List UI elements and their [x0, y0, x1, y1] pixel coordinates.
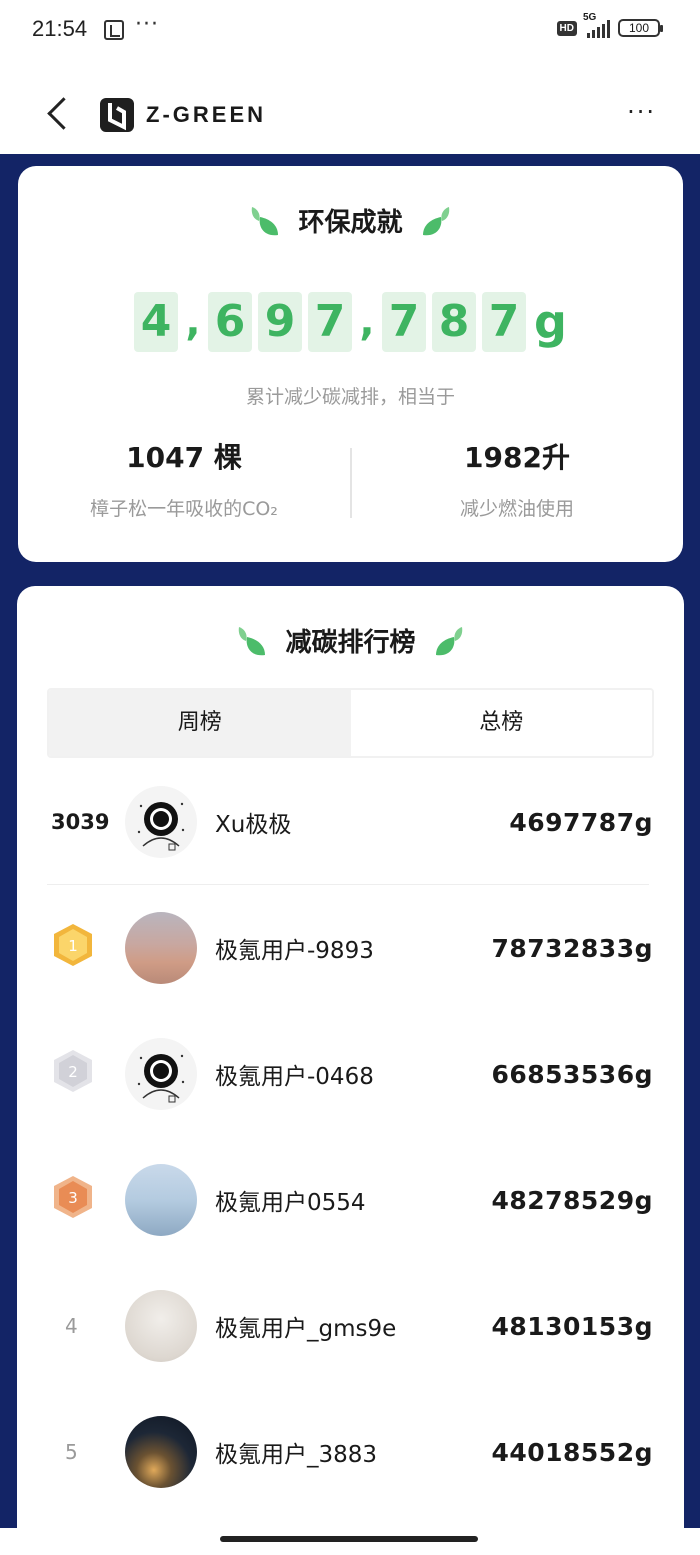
- rank-number: 5: [65, 1440, 78, 1464]
- own-rank-number: 3039: [51, 810, 110, 834]
- brand-logo-icon: [100, 98, 134, 132]
- leaderboard-row[interactable]: 2 极氪用户-0468 66853536g: [47, 1034, 653, 1114]
- gold-medal-icon: 1: [54, 924, 92, 966]
- achievement-title-text: 环保成就: [298, 208, 403, 238]
- score: 44018552g: [491, 1437, 653, 1467]
- leaf-icon: [422, 206, 449, 235]
- fuel-stat-label: 减少燃油使用: [459, 498, 574, 520]
- counter-digit: 8: [432, 292, 477, 352]
- astronaut-avatar-icon: [137, 1054, 185, 1103]
- status-indicators: HD 5G 100: [556, 12, 663, 38]
- leaderboard-title: 减碳排行榜: [17, 622, 684, 659]
- more-notifications-icon: ···: [135, 12, 159, 37]
- rank-cell: 2: [47, 1048, 125, 1100]
- battery-icon: 100: [618, 19, 663, 37]
- tab-weekly[interactable]: 周榜: [49, 690, 351, 756]
- signal-icon: 5G: [583, 12, 610, 38]
- leaf-icon: [239, 626, 266, 655]
- achievement-subtitle: 累计减少碳减排，相当于: [245, 386, 455, 408]
- counter-digit: 7: [482, 292, 527, 352]
- avatar: [125, 1416, 197, 1488]
- rank-cell: 3: [47, 1174, 125, 1226]
- avatar: [125, 786, 197, 858]
- leaderboard-row[interactable]: 3 极氪用户0554 48278529g: [47, 1160, 653, 1240]
- divider: [47, 884, 649, 885]
- score: 66853536g: [491, 1059, 653, 1089]
- medal-rank: 3: [68, 1189, 78, 1207]
- bronze-medal-icon: 3: [54, 1176, 92, 1218]
- leaf-icon: [435, 626, 462, 655]
- silver-medal-icon: 2: [54, 1050, 92, 1092]
- leaderboard-row[interactable]: 1 极氪用户-9893 78732833g: [47, 908, 653, 988]
- tab-total[interactable]: 总榜: [350, 690, 652, 756]
- back-button[interactable]: [42, 96, 72, 136]
- trees-stat-label: 樟子松一年吸收的CO₂: [90, 498, 278, 520]
- leaf-icon: [252, 206, 279, 235]
- avatar: [125, 1290, 197, 1362]
- network-type: 5G: [583, 12, 597, 23]
- user-name: 极氪用户_3883: [215, 1442, 378, 1468]
- app-header: Z-GREEN ···: [0, 62, 700, 154]
- medal-rank: 1: [68, 937, 78, 955]
- leaderboard-tabs: 周榜 总榜: [47, 688, 654, 758]
- brand: Z-GREEN: [100, 98, 266, 132]
- counter-separator: ,: [359, 299, 375, 345]
- counter-digit: 7: [382, 292, 427, 352]
- counter-digit: 7: [308, 292, 353, 352]
- astronaut-avatar-icon: [137, 802, 185, 851]
- own-score: 4697787g: [509, 807, 653, 837]
- app-notification-icon: [104, 20, 124, 40]
- fuel-stat: 1982升 减少燃油使用: [351, 436, 683, 521]
- trees-stat-value: 1047 棵: [126, 441, 242, 474]
- score: 78732833g: [491, 933, 653, 963]
- medal-rank: 2: [68, 1063, 78, 1081]
- counter-digit: 4: [134, 292, 179, 352]
- own-user-name: Xu极极: [215, 812, 292, 838]
- achievement-title: 环保成就: [18, 202, 683, 239]
- score: 48130153g: [491, 1311, 653, 1341]
- rank-cell: 1: [47, 922, 125, 974]
- leaderboard-title-text: 减碳排行榜: [285, 628, 416, 658]
- counter-unit: g: [534, 295, 567, 349]
- leaderboard-row[interactable]: 5 极氪用户_3883 44018552g: [47, 1412, 653, 1492]
- counter-separator: ,: [185, 299, 201, 345]
- trees-stat: 1047 棵 樟子松一年吸收的CO₂: [18, 436, 350, 521]
- user-name: 极氪用户0554: [215, 1190, 366, 1216]
- leaderboard-card: 减碳排行榜 周榜 总榜 3039 Xu极极 4697787g 1 极氪用户-98…: [17, 586, 684, 1546]
- counter-digit: 9: [258, 292, 303, 352]
- hd-icon: HD: [556, 20, 577, 36]
- fuel-stat-value: 1982升: [464, 441, 570, 474]
- avatar: [125, 912, 197, 984]
- carbon-counter: 4 , 6 9 7 , 7 8 7 g: [18, 292, 683, 352]
- rank-number: 4: [65, 1314, 78, 1338]
- counter-digit: 6: [208, 292, 253, 352]
- home-indicator[interactable]: [220, 1536, 478, 1542]
- user-name: 极氪用户-9893: [215, 938, 374, 964]
- more-options-button[interactable]: ···: [627, 100, 656, 124]
- own-rank-row[interactable]: 3039 Xu极极 4697787g: [47, 782, 653, 862]
- leaderboard-row[interactable]: 4 极氪用户_gms9e 48130153g: [47, 1286, 653, 1366]
- brand-name: Z-GREEN: [146, 102, 266, 127]
- avatar: [125, 1038, 197, 1110]
- status-bar: 21:54 ··· HD 5G 100: [0, 0, 700, 62]
- status-time: 21:54: [32, 16, 88, 41]
- achievement-card: 环保成就 4 , 6 9 7 , 7 8 7 g 累计减少碳减排，相当于 104…: [18, 166, 683, 562]
- avatar: [125, 1164, 197, 1236]
- score: 48278529g: [491, 1185, 653, 1215]
- user-name: 极氪用户_gms9e: [215, 1316, 397, 1342]
- user-name: 极氪用户-0468: [215, 1064, 374, 1090]
